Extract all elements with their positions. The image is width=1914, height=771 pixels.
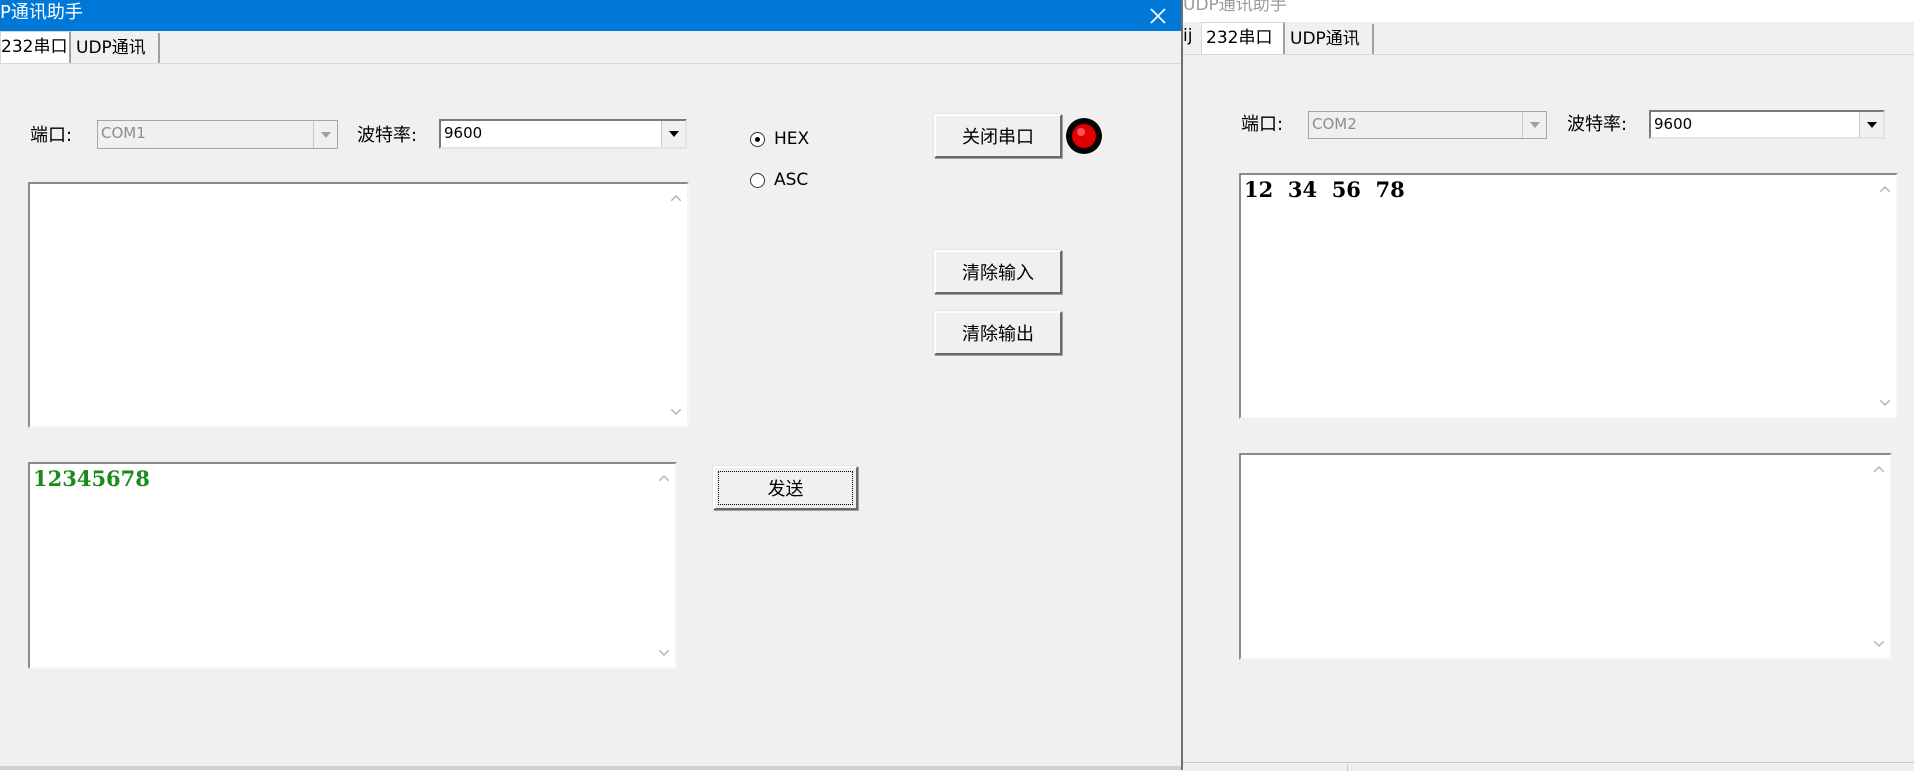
tab-udp-label: UDP通讯 <box>76 38 146 58</box>
scroll-up-icon[interactable] <box>1874 179 1896 199</box>
chevron-down-icon[interactable] <box>1522 112 1546 138</box>
close-port-label: 关闭串口 <box>962 127 1034 148</box>
scroll-up-icon[interactable] <box>1868 459 1890 479</box>
baud-select[interactable]: 9600 <box>439 119 687 149</box>
send-scrollbar[interactable] <box>653 464 675 667</box>
background-send-textarea[interactable] <box>1239 453 1892 660</box>
background-tab-strip: ij 232串口 UDP通讯 <box>1183 22 1914 55</box>
scroll-down-icon[interactable] <box>665 402 687 422</box>
close-port-button[interactable]: 关闭串口 <box>934 114 1062 158</box>
main-window-bottom-edge <box>0 766 1181 770</box>
send-text: 12345678 <box>33 466 150 491</box>
receive-textarea[interactable] <box>28 182 689 428</box>
background-window-titlebar[interactable]: UDP通讯助手 <box>1183 0 1914 22</box>
background-baud-label: 波特率: <box>1567 114 1628 135</box>
tab-232[interactable]: 232串口 <box>0 31 71 63</box>
background-port-select[interactable]: COM2 <box>1308 111 1547 139</box>
background-receive-textarea[interactable]: 12 34 56 78 <box>1239 173 1898 419</box>
background-tab-232[interactable]: 232串口 <box>1201 22 1285 54</box>
scroll-down-icon[interactable] <box>1868 634 1890 654</box>
background-window-title: UDP通讯助手 <box>1183 0 1287 15</box>
tab-udp[interactable]: UDP通讯 <box>72 33 160 63</box>
background-receive-text: 12 34 56 78 <box>1244 177 1405 202</box>
hex-radio[interactable]: HEX <box>750 129 809 149</box>
background-tab-232-label: 232串口 <box>1206 28 1273 48</box>
background-tab-fragment: ij <box>1183 26 1193 46</box>
port-status-led-icon <box>1065 117 1103 155</box>
receive-scrollbar[interactable] <box>665 184 687 426</box>
chevron-down-icon[interactable] <box>661 121 685 147</box>
chevron-down-icon[interactable] <box>1859 112 1883 137</box>
background-baud-value: 9600 <box>1654 115 1693 133</box>
scroll-down-icon[interactable] <box>653 643 675 663</box>
scroll-up-icon[interactable] <box>653 468 675 488</box>
main-window: P通讯助手 232串口 UDP通讯 端口: COM1 波特率: 9600 HEX… <box>0 0 1183 770</box>
send-button-label: 发送 <box>767 479 804 500</box>
hex-radio-label: HEX <box>774 129 810 149</box>
asc-radio[interactable]: ASC <box>750 170 808 190</box>
asc-radio-label: ASC <box>774 170 809 190</box>
port-value: COM1 <box>101 124 146 142</box>
background-window: UDP通讯助手 ij 232串口 UDP通讯 端口: COM2 波特率: 960… <box>1183 0 1914 771</box>
scroll-up-icon[interactable] <box>665 188 687 208</box>
clear-input-button[interactable]: 清除输入 <box>934 250 1062 294</box>
background-send-scrollbar[interactable] <box>1868 455 1890 658</box>
send-textarea[interactable]: 12345678 <box>28 462 677 669</box>
background-window-body: 端口: COM2 波特率: 9600 12 34 56 78 <box>1183 55 1914 755</box>
main-tab-strip: 232串口 UDP通讯 <box>0 31 1181 64</box>
clear-output-button[interactable]: 清除输出 <box>934 311 1062 355</box>
clear-output-label: 清除输出 <box>962 324 1034 345</box>
radio-unselected-icon <box>750 172 765 188</box>
tab-232-label: 232串口 <box>1 37 68 57</box>
port-label: 端口: <box>30 125 73 146</box>
background-tab-udp[interactable]: UDP通讯 <box>1286 24 1374 54</box>
port-select[interactable]: COM1 <box>97 120 338 149</box>
chevron-down-icon[interactable] <box>313 121 337 148</box>
background-receive-scrollbar[interactable] <box>1874 175 1896 417</box>
close-icon[interactable] <box>1135 0 1181 31</box>
main-window-titlebar[interactable]: P通讯助手 <box>0 0 1181 31</box>
background-port-label: 端口: <box>1241 114 1284 135</box>
background-baud-select[interactable]: 9600 <box>1649 110 1885 139</box>
baud-value: 9600 <box>444 124 483 142</box>
send-button[interactable]: 发送 <box>713 466 858 510</box>
clear-input-label: 清除输入 <box>962 263 1034 284</box>
background-tab-udp-label: UDP通讯 <box>1290 29 1360 49</box>
main-window-title: P通讯助手 <box>0 2 83 23</box>
radio-selected-icon <box>750 131 765 147</box>
background-port-value: COM2 <box>1312 115 1357 133</box>
baud-label: 波特率: <box>357 125 418 146</box>
scroll-down-icon[interactable] <box>1874 393 1896 413</box>
